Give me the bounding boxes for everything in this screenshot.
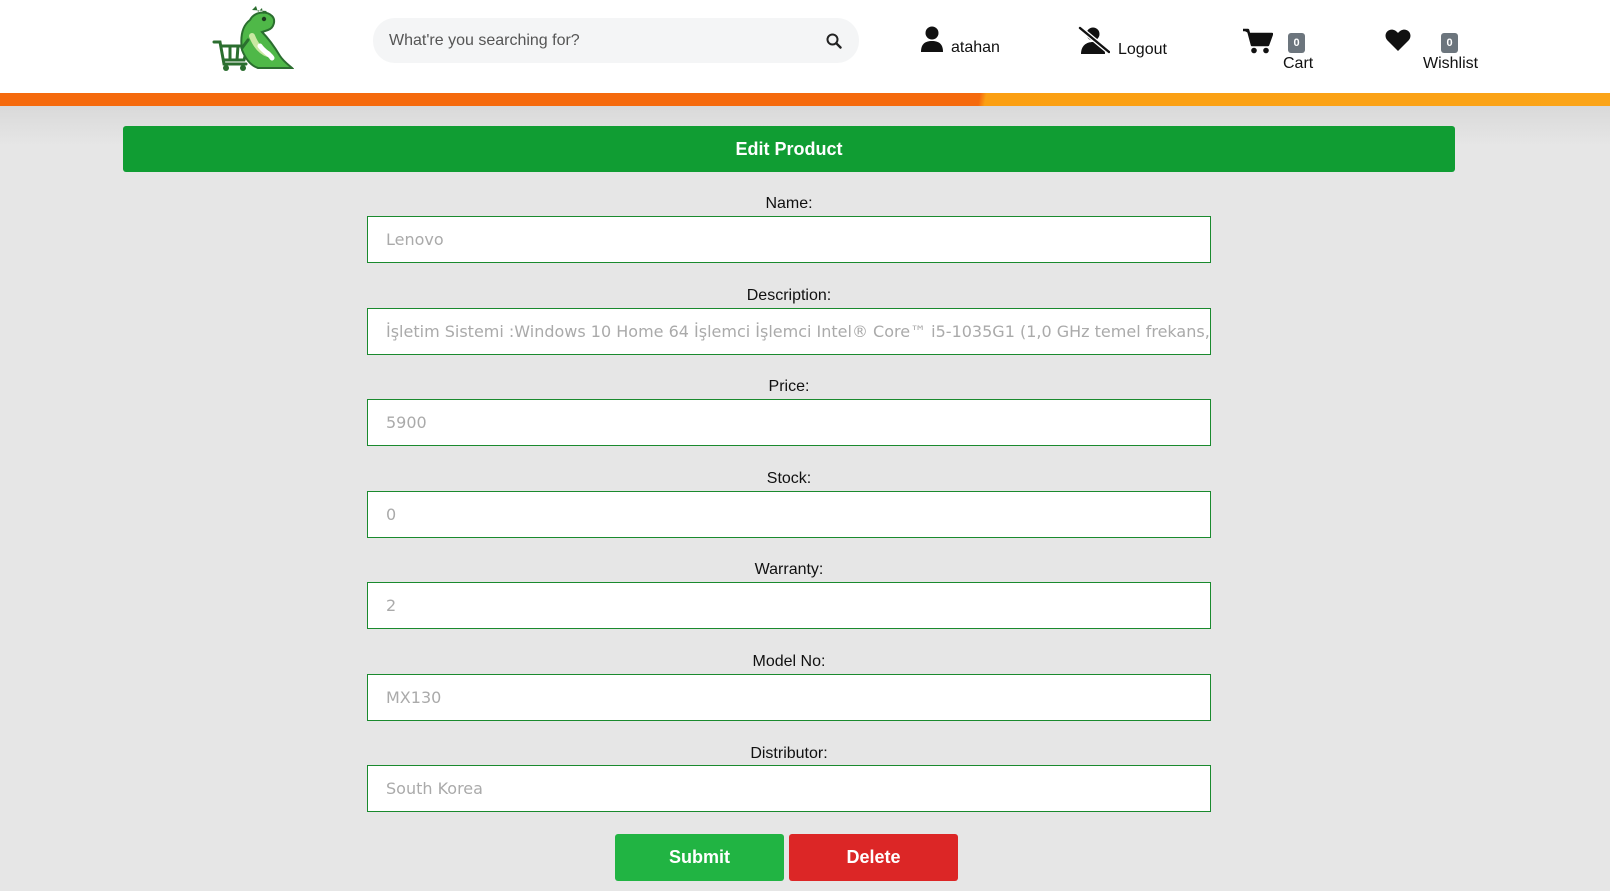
search-bar[interactable]	[373, 18, 859, 63]
wishlist-label: Wishlist	[1423, 55, 1479, 72]
search-icon[interactable]	[825, 32, 843, 50]
page-title: Edit Product	[123, 126, 1455, 172]
price-field[interactable]: 5900	[367, 399, 1211, 446]
site-header: atahan Logout 0 Cart	[0, 0, 1610, 93]
wishlist-link[interactable]: 0 Wishlist	[1385, 24, 1479, 74]
distributor-field[interactable]: South Korea	[367, 765, 1211, 812]
cart-count-badge: 0	[1288, 33, 1305, 53]
user-name: atahan	[951, 39, 1000, 56]
logout-link[interactable]: Logout	[1078, 26, 1167, 59]
cart-link[interactable]: 0 Cart	[1243, 24, 1313, 74]
cart-label: Cart	[1283, 55, 1314, 72]
logout-label: Logout	[1118, 41, 1167, 58]
name-label: Name:	[765, 195, 813, 212]
header-accent-stripe	[0, 93, 1610, 106]
stock-field[interactable]: 0	[367, 491, 1211, 538]
cart-icon	[1243, 28, 1274, 59]
user-menu[interactable]: atahan	[921, 26, 1000, 57]
price-label: Price:	[768, 378, 810, 395]
search-input[interactable]	[389, 31, 825, 50]
wishlist-count-badge: 0	[1441, 33, 1458, 53]
model-no-label: Model No:	[752, 653, 826, 670]
warranty-field[interactable]: 2	[367, 582, 1211, 629]
warranty-label: Warranty:	[754, 561, 824, 578]
description-label: Description:	[746, 287, 832, 304]
heart-icon	[1385, 29, 1411, 57]
model-no-field[interactable]: MX130	[367, 674, 1211, 721]
stock-label: Stock:	[766, 470, 812, 487]
submit-button[interactable]: Submit	[615, 834, 784, 881]
name-field[interactable]: Lenovo	[367, 216, 1211, 263]
delete-button[interactable]: Delete	[789, 834, 958, 881]
dino-cart-logo[interactable]	[212, 6, 295, 72]
distributor-label: Distributor:	[750, 745, 828, 762]
description-field[interactable]: İşletim Sistemi :Windows 10 Home 64 İşle…	[367, 308, 1211, 355]
user-icon	[921, 26, 943, 57]
logout-user-slash-icon	[1078, 26, 1111, 59]
